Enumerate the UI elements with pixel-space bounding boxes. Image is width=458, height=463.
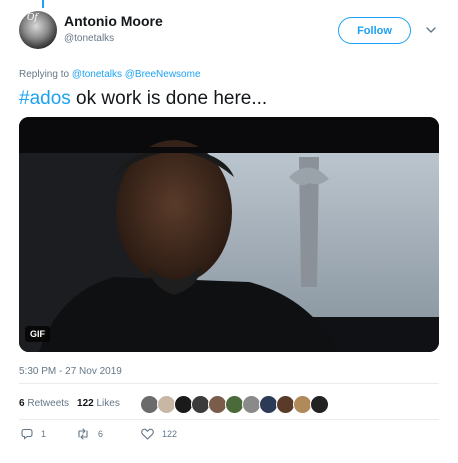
tweet-timestamp[interactable]: 5:30 PM - 27 Nov 2019 — [19, 366, 122, 377]
chevron-down-icon[interactable] — [425, 24, 437, 36]
retweets-stat[interactable]: 6 Retweets — [19, 398, 69, 409]
tweet-body: ok work is done here... — [70, 88, 268, 109]
gif-badge: GIF — [25, 326, 50, 342]
divider — [19, 419, 439, 420]
likes-stat[interactable]: 122 Likes — [77, 398, 120, 409]
retweet-action[interactable]: 6 — [76, 428, 103, 440]
retweets-count: 6 — [19, 398, 25, 409]
retweet-icon — [78, 428, 88, 440]
replying-to-label: Replying to — [19, 69, 70, 80]
reply-icon — [21, 428, 33, 440]
heart-icon — [141, 428, 154, 440]
replying-to: Replying to @tonetalks @BreeNewsome — [19, 69, 201, 80]
tweet-text: #ados ok work is done here... — [19, 88, 267, 110]
retweet-count: 6 — [98, 429, 104, 439]
likes-label: Likes — [96, 398, 120, 409]
mention-link[interactable]: @tonetalks — [72, 69, 122, 80]
mention-link[interactable]: @BreeNewsome — [125, 69, 201, 80]
retweets-label: Retweets — [27, 398, 70, 409]
avatar[interactable]: Of — [19, 11, 57, 49]
like-count: 122 — [162, 429, 178, 439]
thread-connector-line — [42, 0, 44, 8]
tweet-actions: 1 6 122 — [19, 428, 219, 446]
gif-still-image — [19, 117, 439, 352]
reply-action[interactable]: 1 — [21, 428, 46, 440]
author-handle[interactable]: @tonetalks — [64, 33, 114, 44]
hashtag-link[interactable]: #ados — [19, 88, 71, 109]
like-action[interactable]: 122 — [141, 428, 177, 440]
divider — [19, 383, 439, 384]
avatar-text: Of — [27, 13, 38, 23]
gif-media[interactable]: GIF — [19, 117, 439, 352]
follow-button[interactable]: Follow — [338, 17, 411, 44]
liker-avatar[interactable] — [310, 395, 329, 414]
author-display-name[interactable]: Antonio Moore — [64, 13, 163, 29]
reply-count: 1 — [41, 429, 47, 439]
engagement-stats: 6 Retweets 122 Likes — [19, 398, 128, 409]
likes-count: 122 — [77, 398, 94, 409]
